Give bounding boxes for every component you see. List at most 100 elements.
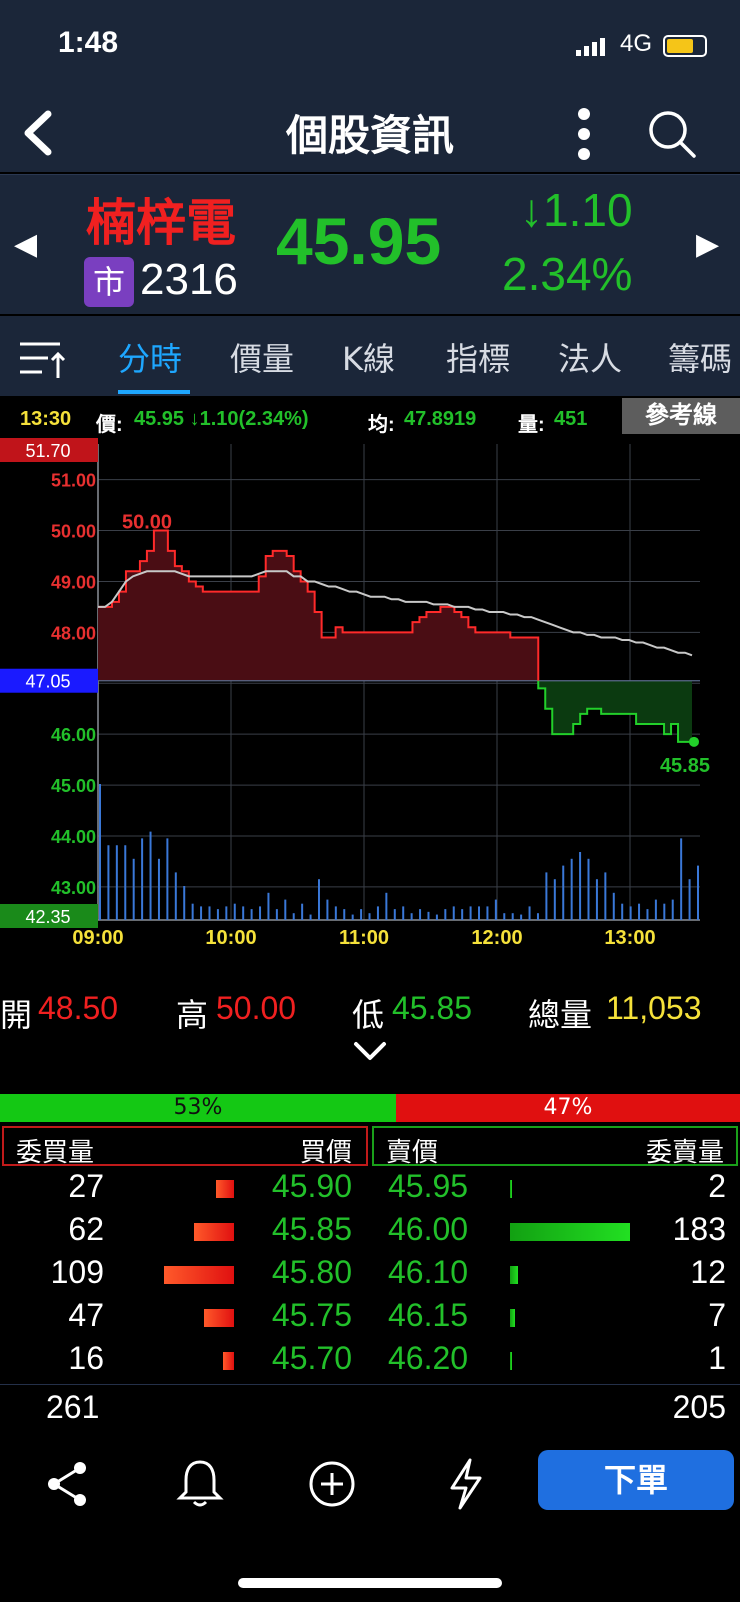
bid-price[interactable]: 45.90: [272, 1168, 352, 1205]
info-vol-label: 量:: [518, 414, 545, 436]
status-time: 1:48: [58, 26, 119, 59]
x-tick-label: 09:00: [72, 927, 123, 949]
bid-qty-bar: [223, 1352, 234, 1370]
stock-code: 2316: [140, 255, 238, 304]
y-tick-label: 51.00: [51, 471, 96, 491]
total-bid: 261: [46, 1389, 100, 1425]
tab-price-volume[interactable]: 價量: [230, 334, 294, 380]
y-tick-label: 45.00: [51, 776, 96, 796]
bid-qty-header: 委買量: [16, 1138, 95, 1168]
ask-qty: 12: [690, 1254, 726, 1290]
bid-qty-bar: [216, 1180, 234, 1198]
x-tick-label: 11:00: [339, 927, 389, 949]
order-book-totals: 261 205: [0, 1384, 740, 1428]
ask-qty-bar: [510, 1309, 515, 1327]
reference-line-button[interactable]: 參考線: [622, 398, 740, 434]
bid-qty-bar: [204, 1309, 234, 1327]
ask-qty-bar: [510, 1352, 512, 1370]
buy-ratio: 53%: [0, 1094, 396, 1122]
info-avg: 47.8919: [404, 408, 477, 430]
low-label: 低: [352, 997, 385, 1033]
total-ask: 205: [672, 1389, 726, 1425]
share-icon[interactable]: [42, 1458, 94, 1510]
network-type: 4G: [620, 30, 653, 57]
page-title: 個股資訊: [285, 111, 454, 160]
high-value: 50.00: [216, 990, 297, 1026]
order-book-row: 109 45.80 46.10 12: [0, 1252, 740, 1295]
ask-qty-header: 委賣量: [645, 1138, 724, 1168]
y-tick-label: 46.00: [51, 725, 96, 745]
ask-qty: 2: [708, 1168, 726, 1204]
ask-qty: 7: [708, 1297, 726, 1333]
ask-price[interactable]: 46.10: [388, 1254, 468, 1291]
bid-price[interactable]: 45.75: [272, 1297, 352, 1334]
bid-qty: 16: [68, 1340, 104, 1376]
y-bottom-label: 42.35: [25, 907, 70, 927]
bid-price[interactable]: 45.80: [272, 1254, 352, 1291]
bid-header: 委買量 買價: [2, 1126, 368, 1168]
y-tick-label: 48.00: [51, 623, 96, 643]
search-icon[interactable]: [646, 108, 698, 160]
bid-qty: 47: [68, 1297, 104, 1333]
chevron-down-icon[interactable]: [352, 1040, 388, 1064]
bid-price[interactable]: 45.85: [272, 1211, 352, 1248]
y-reference-label: 47.05: [25, 672, 70, 692]
low-value: 45.85: [392, 990, 473, 1026]
add-watchlist-icon[interactable]: [306, 1458, 358, 1510]
battery-icon: [663, 35, 707, 57]
y-tick-label: 49.00: [51, 572, 96, 592]
open-label: 開: [0, 997, 33, 1033]
ask-price-header: 賣價: [386, 1138, 439, 1168]
total-volume-label: 總量: [528, 997, 593, 1033]
high-annotation: 50.00: [122, 512, 172, 534]
intraday-chart[interactable]: 51.00 50.00 49.00 48.00 46.00 45.00 44.00 43.00…: [0, 438, 740, 960]
tab-institutional[interactable]: 法人: [558, 334, 622, 380]
sell-ratio: 47%: [396, 1094, 740, 1122]
sort-menu-icon[interactable]: [18, 338, 66, 380]
total-volume-value: 11,053: [606, 990, 702, 1026]
price-change: ↓1.10: [520, 184, 633, 236]
ask-price[interactable]: 45.95: [388, 1168, 468, 1205]
high-label: 高: [176, 997, 209, 1033]
ask-price[interactable]: 46.00: [388, 1211, 468, 1248]
bid-qty-bar: [194, 1223, 234, 1241]
last-annotation: 45.85: [660, 755, 710, 777]
bid-price[interactable]: 45.70: [272, 1340, 352, 1377]
ask-price[interactable]: 46.15: [388, 1297, 468, 1334]
y-top-label: 51.70: [25, 441, 70, 461]
order-book-row: 16 45.70 46.20 1: [0, 1338, 740, 1381]
prev-stock-icon[interactable]: ◀: [14, 227, 37, 262]
bid-qty: 62: [68, 1211, 104, 1247]
ask-qty-bar: [510, 1180, 512, 1198]
order-book-row: 47 45.75 46.15 7: [0, 1295, 740, 1338]
ask-qty: 1: [708, 1340, 726, 1376]
tab-intraday[interactable]: 分時: [118, 334, 182, 380]
x-tick-label: 13:00: [604, 927, 655, 949]
tab-kline[interactable]: K線: [342, 334, 395, 380]
lightning-icon[interactable]: [440, 1458, 492, 1510]
ask-qty-bar: [510, 1223, 630, 1241]
order-book-row: 27 45.90 45.95 2: [0, 1166, 740, 1209]
info-time: 13:30: [20, 408, 72, 430]
tab-indicators[interactable]: 指標: [446, 334, 510, 380]
stock-header: ◀ 楠梓電 市 2316 45.95 ↓1.10 2.34% ▶: [0, 174, 740, 314]
next-stock-icon[interactable]: ▶: [696, 227, 719, 262]
tab-chips[interactable]: 籌碼: [668, 334, 732, 380]
more-icon[interactable]: [574, 106, 594, 162]
x-tick-label: 12:00: [471, 927, 522, 949]
bid-qty: 109: [50, 1254, 104, 1290]
bottom-toolbar: 下單: [0, 1428, 740, 1602]
order-button[interactable]: 下單: [538, 1450, 734, 1510]
bid-qty: 27: [68, 1168, 104, 1204]
bell-icon[interactable]: [174, 1458, 226, 1510]
bid-price-header: 買價: [299, 1138, 352, 1168]
info-avg-label: 均:: [368, 414, 395, 436]
order-book-row: 62 45.85 46.00 183: [0, 1209, 740, 1252]
last-price-dot: [689, 736, 699, 747]
ask-price[interactable]: 46.20: [388, 1340, 468, 1377]
x-tick-label: 10:00: [205, 927, 256, 949]
chart-info-bar: 13:30 價: 45.95 ↓1.10(2.34%) 均: 47.8919 量…: [0, 398, 740, 438]
bid-qty-bar: [164, 1266, 234, 1284]
info-vol: 451: [554, 408, 588, 430]
ask-header: 賣價 委賣量: [372, 1126, 738, 1168]
